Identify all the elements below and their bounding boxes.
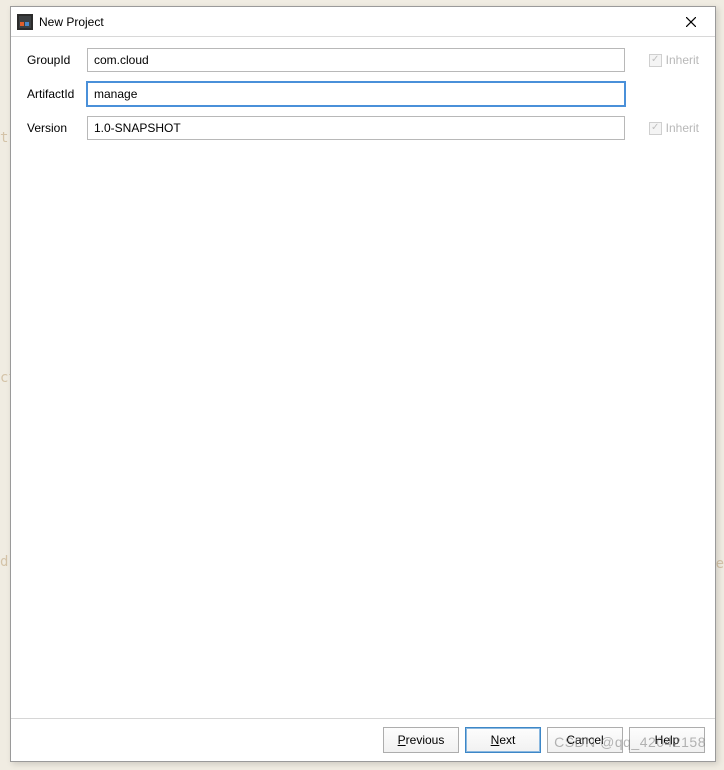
inherit-group-container: ✓ Inherit <box>635 53 699 67</box>
button-bar: Previous Next Cancel Help <box>11 718 715 761</box>
inherit-version-label: Inherit <box>666 121 699 135</box>
bg-noise: e <box>716 556 724 572</box>
inherit-version-container: ✓ Inherit <box>635 121 699 135</box>
version-input[interactable] <box>87 116 625 140</box>
new-project-dialog: New Project GroupId ✓ Inherit ArtifactId… <box>10 6 716 762</box>
cancel-button[interactable]: Cancel <box>547 727 623 753</box>
dialog-title: New Project <box>39 15 671 29</box>
artifactid-row: ArtifactId <box>27 81 699 107</box>
inherit-version-checkbox: ✓ <box>649 122 662 135</box>
inherit-group-label: Inherit <box>666 53 699 67</box>
titlebar: New Project <box>11 7 715 37</box>
version-label: Version <box>27 121 87 135</box>
previous-button[interactable]: Previous <box>383 727 459 753</box>
inherit-group-checkbox: ✓ <box>649 54 662 67</box>
help-button[interactable]: Help <box>629 727 705 753</box>
app-icon <box>17 14 33 30</box>
artifactid-label: ArtifactId <box>27 87 87 101</box>
content-spacer <box>27 149 699 710</box>
groupid-row: GroupId ✓ Inherit <box>27 47 699 73</box>
close-icon <box>686 17 696 27</box>
version-row: Version ✓ Inherit <box>27 115 699 141</box>
bg-noise: d <box>0 554 8 570</box>
next-button[interactable]: Next <box>465 727 541 753</box>
close-button[interactable] <box>671 8 711 36</box>
artifactid-input[interactable] <box>87 82 625 106</box>
bg-noise: t <box>0 130 8 146</box>
next-label-rest: ext <box>499 733 515 747</box>
previous-label-rest: revious <box>406 733 445 747</box>
groupid-label: GroupId <box>27 53 87 67</box>
dialog-content: GroupId ✓ Inherit ArtifactId Version ✓ I… <box>11 37 715 718</box>
groupid-input[interactable] <box>87 48 625 72</box>
